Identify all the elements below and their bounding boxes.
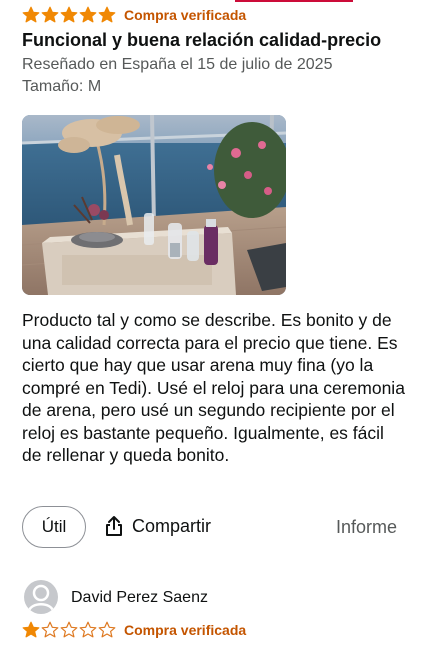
review-title[interactable]: Funcional y buena relación calidad-preci…: [22, 30, 381, 51]
share-button[interactable]: Compartir: [104, 515, 211, 537]
star-rating: [22, 621, 116, 639]
share-icon: [106, 516, 122, 536]
star-filled-icon: [22, 621, 40, 638]
star-empty-icon: [41, 621, 59, 638]
user-avatar-icon: [27, 584, 55, 612]
star-empty-icon: [98, 621, 116, 638]
star-filled-icon: [22, 6, 40, 23]
share-button-label: Compartir: [132, 515, 212, 536]
star-filled-icon: [41, 6, 59, 23]
review-photo[interactable]: [22, 115, 286, 295]
star-filled-icon: [98, 6, 116, 23]
review-date: Reseñado en España el 15 de julio de 202…: [22, 56, 333, 73]
helpful-button[interactable]: Útil: [22, 506, 86, 548]
review-body: Producto tal y como se describe. Es boni…: [22, 310, 405, 465]
review-photo-image: [22, 115, 286, 295]
star-filled-icon: [79, 6, 97, 23]
star-filled-icon: [60, 6, 78, 23]
verified-purchase-badge: Compra verificada: [124, 7, 247, 23]
star-empty-icon: [79, 621, 97, 638]
review-variant-size: Tamaño: M: [22, 78, 102, 95]
top-accent-line: [235, 0, 353, 2]
star-empty-icon: [60, 621, 78, 638]
avatar[interactable]: [24, 580, 58, 614]
next-review-rating-row: Compra verificada: [22, 621, 246, 639]
verified-purchase-badge: Compra verificada: [124, 622, 247, 638]
review-rating-row: Compra verificada: [22, 6, 246, 24]
star-rating: [22, 6, 116, 24]
review-author-name[interactable]: David Perez Saenz: [71, 589, 208, 607]
report-link[interactable]: Informe: [336, 517, 397, 538]
